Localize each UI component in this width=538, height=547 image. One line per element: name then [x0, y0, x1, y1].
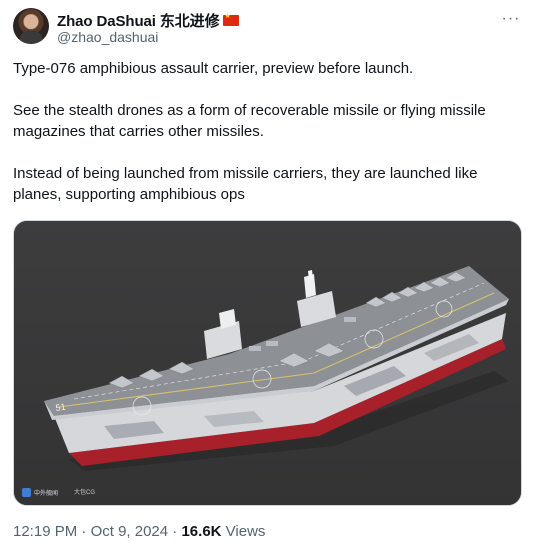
hull-number: 51: [55, 402, 66, 413]
tweet-header: Zhao DaShuai 东北进修 @zhao_dashuai ···: [13, 8, 526, 48]
watermark-left-text: 中外舰闻: [34, 491, 59, 497]
tweet: Zhao DaShuai 东北进修 @zhao_dashuai ··· Type…: [0, 0, 538, 547]
tweet-time[interactable]: 12:19 PM: [13, 523, 77, 540]
tweet-meta: 12:19 PM · Oct 9, 2024 · 16.6K Views: [13, 523, 265, 540]
tweet-paragraph-2: See the stealth drones as a form of reco…: [13, 102, 486, 140]
helicopter: [249, 346, 261, 351]
media-watermark: 中外舰闻: [22, 488, 58, 497]
china-flag-icon: [223, 12, 240, 26]
tweet-paragraph-3: Instead of being launched from missile c…: [13, 165, 478, 203]
carrier-render: 51: [14, 221, 521, 505]
author-name-row[interactable]: Zhao DaShuai 东北进修: [57, 10, 240, 31]
media-watermark-credit: 大包CG: [74, 490, 96, 496]
meta-separator: ·: [81, 523, 87, 540]
display-name[interactable]: Zhao DaShuai 东北进修: [57, 10, 220, 31]
helicopter: [266, 341, 278, 346]
more-options-icon[interactable]: ···: [500, 8, 522, 30]
tweet-image[interactable]: 51 中外舰闻 大包CG: [13, 220, 522, 506]
meta-separator: ·: [172, 523, 178, 540]
views-count[interactable]: 16.6K: [181, 523, 221, 540]
tweet-date[interactable]: Oct 9, 2024: [91, 523, 169, 540]
tweet-text: Type-076 amphibious assault carrier, pre…: [13, 58, 528, 205]
author-handle[interactable]: @zhao_dashuai: [57, 29, 158, 45]
views-label: Views: [225, 523, 266, 540]
helicopter: [344, 317, 356, 322]
tweet-paragraph-1: Type-076 amphibious assault carrier, pre…: [13, 60, 414, 77]
watermark-logo-icon: [22, 488, 31, 497]
avatar[interactable]: [13, 8, 49, 44]
